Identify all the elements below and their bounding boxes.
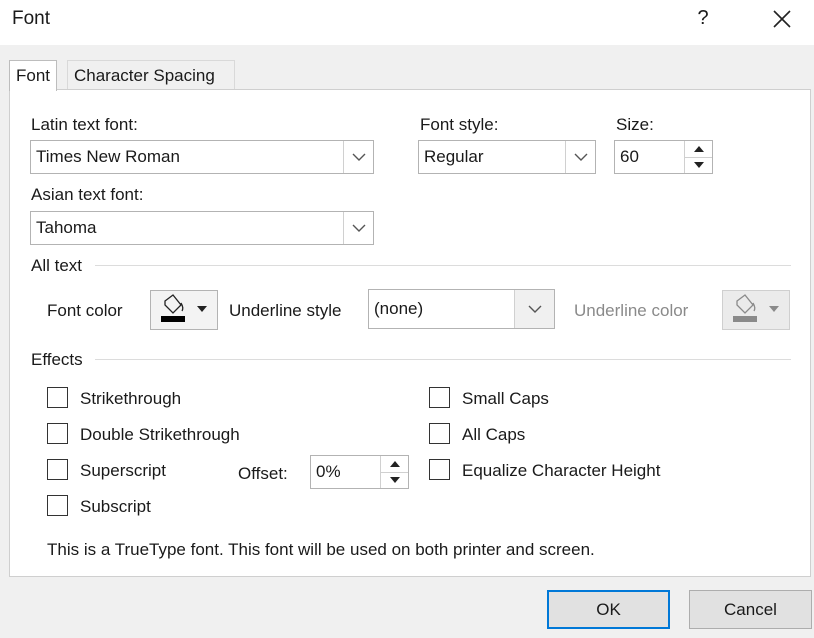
equalize-height-label[interactable]: Equalize Character Height: [462, 461, 660, 481]
effects-divider: [95, 359, 791, 360]
close-icon[interactable]: [766, 4, 798, 34]
all-text-divider: [95, 265, 791, 266]
latin-font-combo[interactable]: Times New Roman: [30, 140, 374, 174]
font-style-value: Regular: [424, 147, 484, 166]
size-label: Size:: [616, 115, 654, 134]
triangle-down-icon: [390, 477, 400, 483]
chevron-down-icon: [352, 224, 366, 232]
latin-font-value: Times New Roman: [36, 147, 180, 166]
tab-character-spacing[interactable]: Character Spacing: [67, 60, 235, 90]
font-style-label: Font style:: [420, 115, 499, 134]
equalize-height-checkbox[interactable]: [429, 459, 450, 480]
help-icon[interactable]: ?: [693, 7, 713, 30]
font-color-picker[interactable]: [150, 290, 218, 330]
all-text-section-label: All text: [31, 256, 83, 275]
superscript-checkbox[interactable]: [47, 459, 68, 480]
double-strikethrough-checkbox[interactable]: [47, 423, 68, 444]
font-color-label: Font color: [47, 301, 123, 320]
latin-font-label: Latin text font:: [31, 115, 138, 134]
font-style-dropdown-button[interactable]: [565, 141, 595, 173]
triangle-up-icon: [390, 461, 400, 467]
tab-font[interactable]: Font: [9, 60, 58, 91]
all-caps-label[interactable]: All Caps: [462, 425, 525, 445]
all-caps-checkbox[interactable]: [429, 423, 450, 444]
cancel-button[interactable]: Cancel: [689, 590, 812, 629]
underline-style-value: (none): [374, 299, 424, 318]
triangle-up-icon: [694, 146, 704, 152]
small-caps-label[interactable]: Small Caps: [462, 389, 549, 409]
asian-font-dropdown-button[interactable]: [343, 212, 373, 244]
triangle-down-icon: [694, 162, 704, 168]
asian-font-label: Asian text font:: [31, 185, 144, 204]
effects-section-label: Effects: [31, 350, 83, 369]
size-decrement-button[interactable]: [685, 157, 712, 173]
size-value: 60: [620, 147, 639, 166]
latin-font-dropdown-button[interactable]: [343, 141, 373, 173]
size-spinner[interactable]: 60: [614, 140, 713, 174]
underline-color-picker[interactable]: [722, 290, 790, 330]
tab-character-spacing-label: Character Spacing: [74, 66, 215, 85]
strikethrough-label[interactable]: Strikethrough: [80, 389, 181, 409]
font-info-text: This is a TrueType font. This font will …: [47, 540, 595, 559]
ok-button[interactable]: OK: [547, 590, 670, 629]
superscript-label[interactable]: Superscript: [80, 461, 166, 481]
asian-font-combo[interactable]: Tahoma: [30, 211, 374, 245]
dialog-title: Font: [12, 8, 51, 29]
paint-bucket-icon: [161, 294, 207, 322]
font-style-combo[interactable]: Regular: [418, 140, 596, 174]
offset-decrement-button[interactable]: [381, 472, 408, 488]
offset-spinner[interactable]: 0%: [310, 455, 409, 489]
chevron-down-icon: [574, 153, 588, 161]
cancel-button-label: Cancel: [724, 600, 777, 619]
chevron-down-icon: [352, 153, 366, 161]
subscript-label[interactable]: Subscript: [80, 497, 151, 517]
offset-label: Offset:: [238, 464, 288, 483]
ok-button-label: OK: [596, 600, 621, 619]
small-caps-checkbox[interactable]: [429, 387, 450, 408]
offset-value: 0%: [316, 462, 341, 481]
chevron-down-icon: [528, 305, 542, 313]
size-increment-button[interactable]: [685, 141, 712, 157]
tab-font-label: Font: [16, 66, 51, 85]
double-strikethrough-label[interactable]: Double Strikethrough: [80, 425, 240, 445]
underline-style-combo[interactable]: (none): [368, 289, 555, 329]
offset-increment-button[interactable]: [381, 456, 408, 472]
underline-color-label: Underline color: [574, 301, 689, 320]
subscript-checkbox[interactable]: [47, 495, 68, 516]
underline-style-dropdown-button[interactable]: [514, 290, 554, 328]
paint-bucket-icon: [733, 294, 779, 322]
underline-style-label: Underline style: [229, 301, 342, 320]
strikethrough-checkbox[interactable]: [47, 387, 68, 408]
asian-font-value: Tahoma: [36, 218, 97, 237]
